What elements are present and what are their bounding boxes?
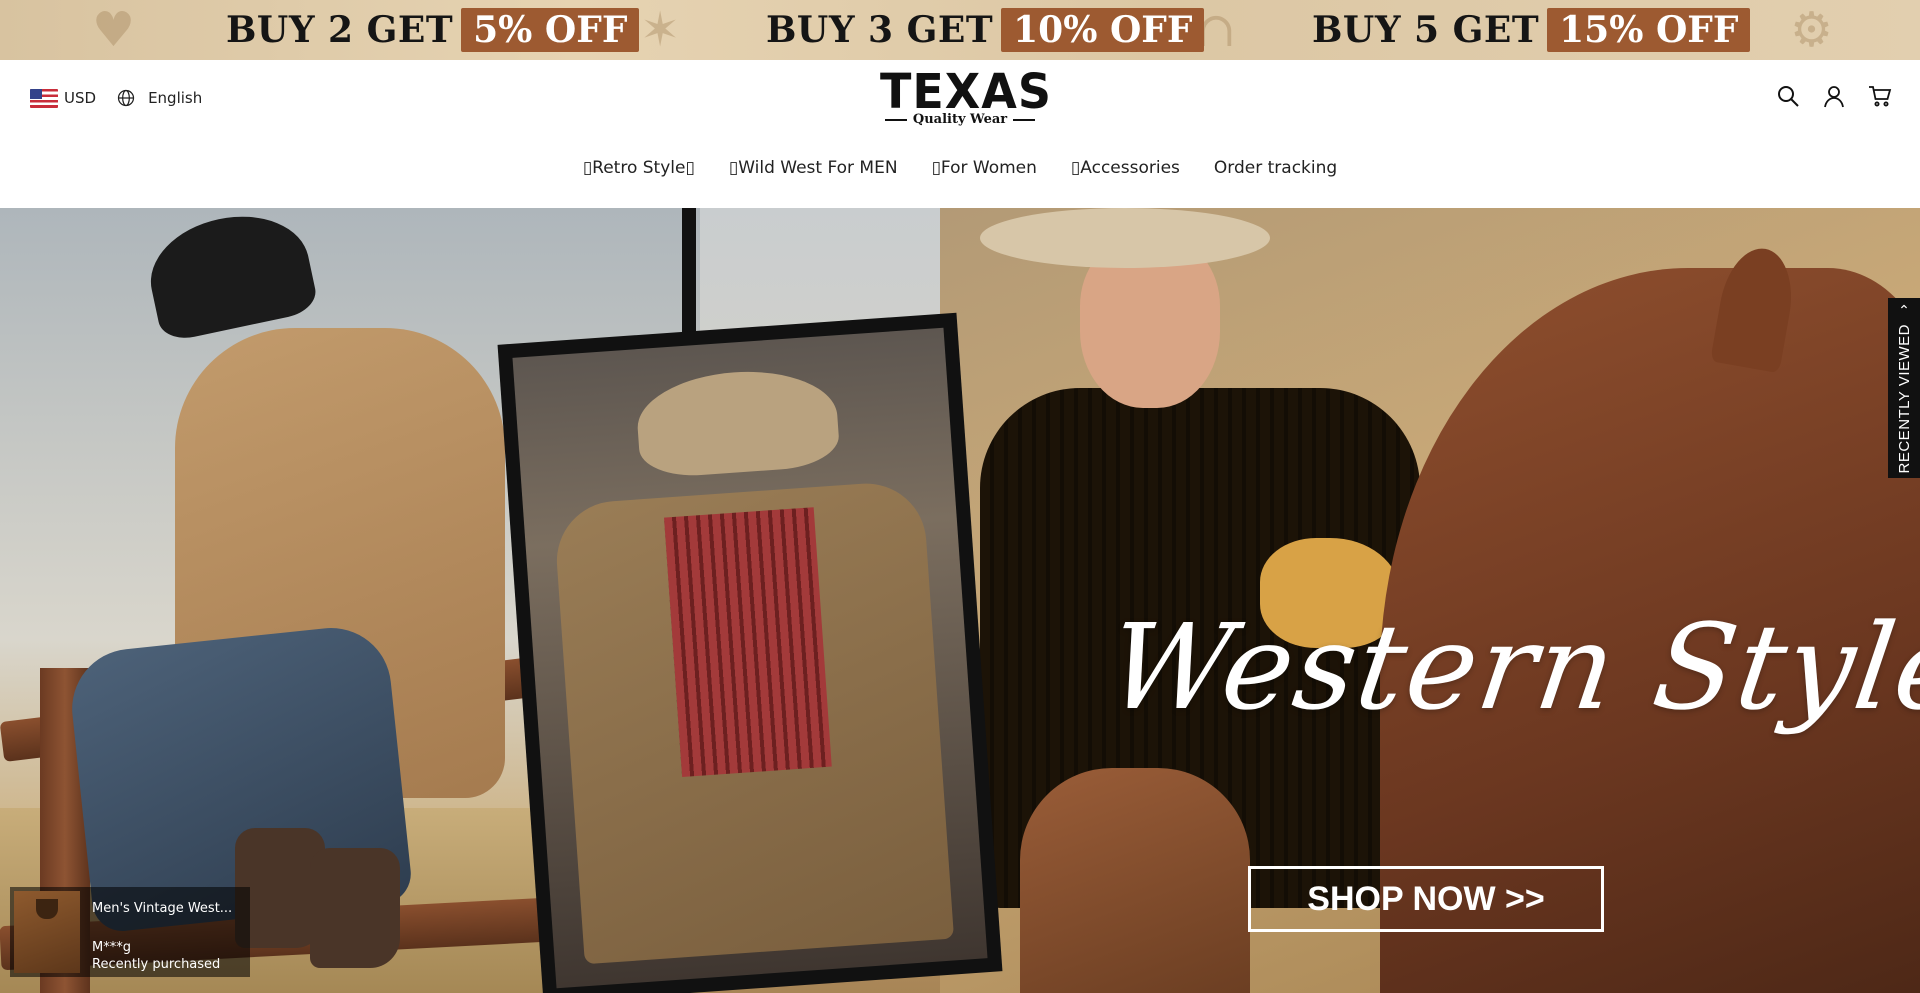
language-label: English (148, 89, 203, 107)
us-flag-icon (30, 88, 58, 108)
search-icon[interactable] (1776, 84, 1800, 108)
recent-purchase-popup[interactable]: Men's Vintage West... M***g Recently pur… (10, 887, 250, 977)
nav-item-wild-west-men[interactable]: ▯Wild West For MEN (729, 158, 898, 178)
nav-icon: ▯ (582, 158, 593, 178)
cart-icon[interactable] (1868, 84, 1892, 108)
promo-offer-text: BUY 3 GET (766, 9, 994, 51)
nav-label: Retro Style (592, 158, 686, 178)
hero-headline: Western Style (1100, 598, 1920, 736)
nav-label: For Women (940, 158, 1037, 178)
main-nav: ▯Retro Style▯ ▯Wild West For MEN ▯For Wo… (0, 158, 1920, 178)
nav-icon: ▯ (1070, 158, 1081, 178)
site-header: USD English TEXAS Quality Wear ▯Retro St… (0, 60, 1920, 208)
nav-label: Wild West For MEN (738, 158, 898, 178)
shop-now-button[interactable]: SHOP NOW >> (1248, 866, 1604, 932)
currency-selector[interactable]: USD (30, 88, 97, 108)
nav-item-order-tracking[interactable]: Order tracking (1214, 158, 1337, 178)
site-logo[interactable]: TEXAS Quality Wear (880, 62, 1052, 130)
account-icon[interactable] (1822, 84, 1846, 108)
language-selector[interactable]: English (116, 88, 202, 108)
globe-icon (117, 89, 135, 107)
promo-offer-3: BUY 5 GET 15% OFF (1312, 8, 1751, 52)
header-actions (1776, 84, 1892, 108)
promo-offer-badge: 5% OFF (461, 8, 640, 52)
hero-banner[interactable]: Western Style SHOP NOW >> (0, 208, 1920, 993)
promo-offer-badge: 15% OFF (1547, 8, 1751, 52)
jacket-display-photo (497, 312, 1003, 993)
logo-wordmark: TEXAS (880, 62, 1052, 120)
cactus-decoration: ⚙ (1790, 2, 1834, 58)
nav-icon: ▯ (685, 158, 695, 178)
cowboy-boot-decoration: ♥ (92, 2, 136, 58)
promo-offer-1: BUY 2 GET 5% OFF (226, 8, 640, 52)
nav-icon: ▯ (931, 158, 941, 178)
nav-item-accessories[interactable]: ▯Accessories (1071, 158, 1180, 178)
toast-status: Recently purchased (92, 957, 221, 972)
decorative-pole (682, 208, 696, 348)
saddle-image (1020, 768, 1250, 993)
nav-item-retro-style[interactable]: ▯Retro Style▯ (583, 158, 695, 178)
promo-offer-text: BUY 5 GET (1312, 9, 1540, 51)
product-thumbnail (14, 891, 80, 973)
sheriff-star-decoration: ✶ (640, 2, 681, 58)
toast-product-name: Men's Vintage West... (92, 901, 233, 916)
locale-selector: USD English (30, 88, 202, 108)
promo-offer-2: BUY 3 GET 10% OFF (766, 8, 1205, 52)
promo-offer-badge: 10% OFF (1001, 8, 1205, 52)
currency-label: USD (64, 89, 97, 107)
recently-viewed-label: RECENTLY VIEWED (1895, 324, 1913, 474)
promo-offer-text: BUY 2 GET (226, 9, 454, 51)
nav-label: Order tracking (1213, 158, 1338, 178)
nav-item-for-women[interactable]: ▯For Women (932, 158, 1037, 178)
recently-viewed-tab[interactable]: ⌃ RECENTLY VIEWED (1888, 298, 1920, 478)
promo-banner[interactable]: ♥ ✶ ∩ ⚙ BUY 2 GET 5% OFF BUY 3 GET 10% O… (0, 0, 1920, 60)
toast-customer: M***g (92, 940, 131, 955)
chevron-up-icon: ⌃ (1898, 303, 1910, 319)
nav-label: Accessories (1080, 158, 1180, 178)
nav-icon: ▯ (728, 158, 739, 178)
